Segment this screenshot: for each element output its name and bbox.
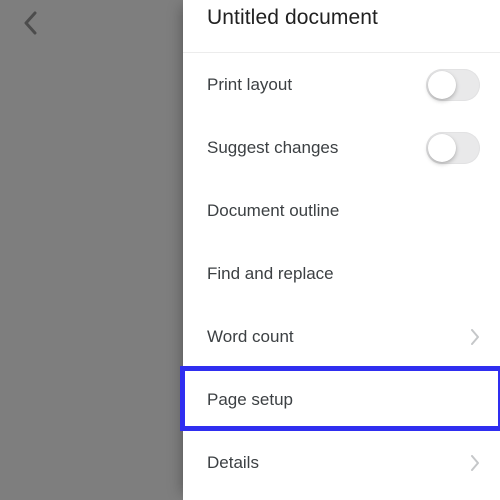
menu-item-label: Page setup <box>207 390 480 410</box>
menu-item-print-layout[interactable]: Print layout <box>183 53 500 116</box>
menu-item-label: Find and replace <box>207 264 480 284</box>
menu-item-details[interactable]: Details <box>183 431 500 494</box>
toggle-suggest-changes[interactable] <box>426 132 480 164</box>
document-title: Untitled document <box>183 0 500 52</box>
menu-item-page-setup[interactable]: Page setup <box>183 368 500 431</box>
menu-item-label: Document outline <box>207 201 480 221</box>
menu-item-find-and-replace[interactable]: Find and replace <box>183 242 500 305</box>
menu-item-label: Word count <box>207 327 470 347</box>
menu-item-label: Details <box>207 453 470 473</box>
toggle-knob <box>428 71 456 99</box>
menu-item-word-count[interactable]: Word count <box>183 305 500 368</box>
menu-item-document-outline[interactable]: Document outline <box>183 179 500 242</box>
toggle-print-layout[interactable] <box>426 69 480 101</box>
chevron-left-icon <box>23 11 37 35</box>
back-button[interactable] <box>16 6 44 40</box>
menu-item-suggest-changes[interactable]: Suggest changes <box>183 116 500 179</box>
chevron-right-icon <box>470 329 480 345</box>
dimmed-document-area <box>0 0 183 500</box>
menu-item-share-export[interactable]: Share & export <box>183 494 500 500</box>
chevron-right-icon <box>470 455 480 471</box>
toggle-knob <box>428 134 456 162</box>
overflow-menu-panel: Untitled document Print layout Suggest c… <box>183 0 500 500</box>
menu-item-label: Print layout <box>207 75 426 95</box>
menu-item-label: Suggest changes <box>207 138 426 158</box>
